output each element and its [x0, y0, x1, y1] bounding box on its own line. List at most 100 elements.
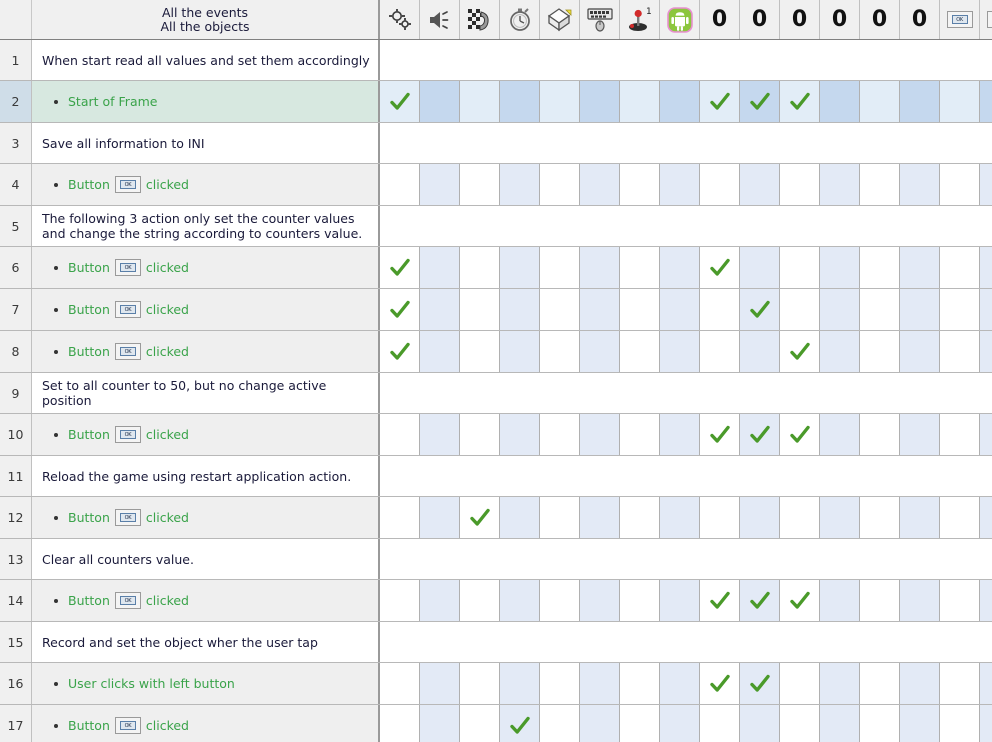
action-cell[interactable] [420, 497, 460, 538]
action-cell[interactable] [820, 705, 860, 742]
action-cell[interactable] [980, 247, 992, 288]
action-cell[interactable] [540, 663, 580, 704]
action-cell[interactable] [580, 414, 620, 455]
action-cell[interactable] [420, 705, 460, 742]
action-cell[interactable] [860, 164, 900, 205]
action-cell[interactable] [540, 81, 580, 122]
action-cell-checked[interactable] [740, 414, 780, 455]
action-cell[interactable] [460, 247, 500, 288]
action-cell[interactable] [980, 705, 992, 742]
action-cell[interactable] [900, 81, 940, 122]
action-cell[interactable] [980, 497, 992, 538]
action-cell[interactable] [460, 289, 500, 330]
action-cell[interactable] [820, 164, 860, 205]
action-cell[interactable] [620, 247, 660, 288]
action-cell-checked[interactable] [460, 497, 500, 538]
action-cell[interactable] [780, 247, 820, 288]
counter-column-6[interactable]: 0 [900, 0, 940, 39]
action-cell-checked[interactable] [700, 81, 740, 122]
storyboard-icon[interactable] [460, 0, 500, 39]
event-condition[interactable]: Button OK clicked [32, 705, 380, 742]
action-cell[interactable] [740, 497, 780, 538]
action-cell[interactable] [620, 414, 660, 455]
action-cell-checked[interactable] [780, 414, 820, 455]
event-row[interactable]: 6 Button OK clicked [0, 247, 992, 289]
action-cell[interactable] [540, 580, 580, 621]
action-cell[interactable] [540, 331, 580, 372]
action-cell[interactable] [740, 331, 780, 372]
event-condition[interactable]: Button OK clicked [32, 289, 380, 330]
action-cell[interactable] [940, 247, 980, 288]
action-cell[interactable] [980, 663, 992, 704]
action-cell[interactable] [500, 247, 540, 288]
event-condition[interactable]: User clicks with left button [32, 663, 380, 704]
action-cell[interactable] [420, 164, 460, 205]
event-row[interactable]: 10 Button OK clicked [0, 414, 992, 456]
action-cell[interactable] [660, 497, 700, 538]
action-cell[interactable] [660, 580, 700, 621]
comment-text[interactable]: When start read all values and set them … [32, 40, 380, 80]
action-cell[interactable] [500, 497, 540, 538]
action-cell[interactable] [500, 164, 540, 205]
comment-text[interactable]: Save all information to INI [32, 123, 380, 163]
action-cell[interactable] [900, 497, 940, 538]
action-cell[interactable] [860, 331, 900, 372]
action-cell[interactable] [580, 663, 620, 704]
action-cell[interactable] [860, 414, 900, 455]
action-cell[interactable] [780, 705, 820, 742]
action-cell[interactable] [860, 81, 900, 122]
event-row[interactable]: 12 Button OK clicked [0, 497, 992, 539]
action-cell[interactable] [660, 164, 700, 205]
action-cell[interactable] [420, 580, 460, 621]
counter-column-3[interactable]: 0 [780, 0, 820, 39]
action-cell[interactable] [940, 81, 980, 122]
event-condition[interactable]: Start of Frame [32, 81, 380, 122]
action-cell[interactable] [900, 663, 940, 704]
counter-column-1[interactable]: 0 [700, 0, 740, 39]
action-cell-checked[interactable] [780, 331, 820, 372]
event-row[interactable]: 4 Button OK clicked [0, 164, 992, 206]
event-condition[interactable]: Button OK clicked [32, 164, 380, 205]
action-cell[interactable] [660, 81, 700, 122]
action-cell-checked[interactable] [700, 580, 740, 621]
action-cell[interactable] [940, 331, 980, 372]
action-cell[interactable] [780, 497, 820, 538]
comment-text[interactable]: Set to all counter to 50, but no change … [32, 373, 380, 413]
action-cell[interactable] [540, 164, 580, 205]
event-row[interactable]: 2 Start of Frame [0, 81, 992, 123]
action-cell[interactable] [620, 164, 660, 205]
action-cell[interactable] [820, 497, 860, 538]
action-cell[interactable] [620, 497, 660, 538]
action-cell[interactable] [380, 164, 420, 205]
action-cell[interactable] [460, 705, 500, 742]
action-cell[interactable] [380, 580, 420, 621]
action-cell[interactable] [620, 663, 660, 704]
action-cell[interactable] [740, 247, 780, 288]
action-cell[interactable] [860, 705, 900, 742]
action-cell[interactable] [580, 289, 620, 330]
comment-row[interactable]: 5 The following 3 action only set the cou… [0, 206, 992, 247]
action-cell[interactable] [540, 414, 580, 455]
action-cell[interactable] [860, 580, 900, 621]
action-cell[interactable] [580, 247, 620, 288]
timer-icon[interactable] [500, 0, 540, 39]
action-cell[interactable] [420, 331, 460, 372]
action-cell[interactable] [460, 164, 500, 205]
comment-text[interactable]: Reload the game using restart applicatio… [32, 456, 380, 496]
action-cell[interactable] [460, 414, 500, 455]
comment-row[interactable]: 1 When start read all values and set them… [0, 40, 992, 81]
action-cell[interactable] [620, 81, 660, 122]
action-cell[interactable] [580, 81, 620, 122]
action-cell[interactable] [780, 289, 820, 330]
comment-row[interactable]: 13 Clear all counters value. [0, 539, 992, 580]
action-cell[interactable] [500, 663, 540, 704]
action-cell[interactable] [780, 663, 820, 704]
action-cell[interactable] [460, 331, 500, 372]
action-cell[interactable] [940, 580, 980, 621]
action-cell[interactable] [500, 81, 540, 122]
action-cell[interactable] [540, 497, 580, 538]
action-cell[interactable] [500, 331, 540, 372]
action-cell[interactable] [860, 663, 900, 704]
action-cell-checked[interactable] [780, 81, 820, 122]
action-cell[interactable] [660, 289, 700, 330]
